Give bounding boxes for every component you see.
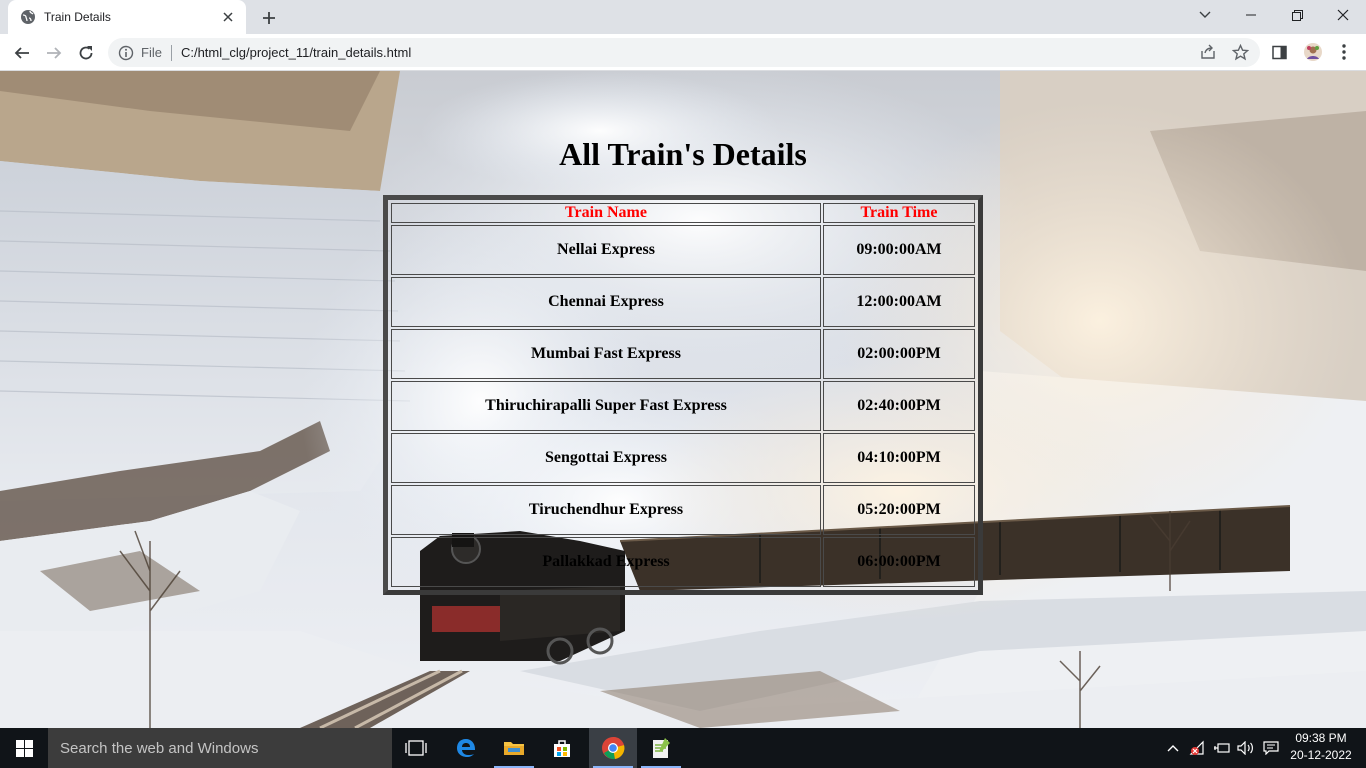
table-row: Pallakkad Express 06:00:00PM [391,537,975,587]
edge-icon [457,739,475,757]
minimize-button[interactable] [1228,0,1274,30]
side-panel-button[interactable] [1270,43,1288,61]
profile-avatar[interactable] [1303,42,1323,62]
forward-button[interactable] [40,39,68,67]
avatar-icon [1304,43,1322,61]
train-name-cell: Nellai Express [391,225,821,275]
train-name-cell: Pallakkad Express [391,537,821,587]
table-row: Tiruchendhur Express 05:20:00PM [391,485,975,535]
table-row: Thiruchirapalli Super Fast Express 02:40… [391,381,975,431]
globe-icon [21,10,35,24]
menu-button[interactable] [1335,43,1353,61]
train-name-cell: Tiruchendhur Express [391,485,821,535]
network-disconnected-icon [1189,740,1204,755]
speaker-icon [1237,741,1253,755]
task-view-icon [405,740,427,756]
tab-title: Train Details [44,10,111,24]
url-scheme-label: File [141,45,162,60]
kebab-menu-icon [1342,44,1346,60]
header-train-name: Train Name [391,203,821,223]
train-name-cell: Sengottai Express [391,433,821,483]
browser-toolbar: File C:/html_clg/project_11/train_detail… [0,34,1366,71]
address-bar[interactable]: File C:/html_clg/project_11/train_detail… [108,38,1260,67]
side-panel-icon [1271,45,1287,59]
notepad-taskbar-button[interactable] [637,728,685,768]
table-row: Chennai Express 12:00:00AM [391,277,975,327]
chevron-down-icon [1199,11,1211,18]
close-icon [1337,9,1349,21]
train-name-cell: Mumbai Fast Express [391,329,821,379]
chevron-up-icon [1167,745,1179,752]
plus-icon [263,12,275,24]
reload-icon [79,46,93,60]
train-name-cell: Chennai Express [391,277,821,327]
notification-icon [1263,741,1279,755]
share-icon [1201,44,1215,59]
train-time-cell: 02:00:00PM [823,329,975,379]
train-name-cell: Thiruchirapalli Super Fast Express [391,381,821,431]
table-row: Nellai Express 09:00:00AM [391,225,975,275]
network-status-button[interactable] [1186,728,1210,768]
back-button[interactable] [8,39,36,67]
notepad-plus-icon [653,738,670,758]
train-table-frame: Train Name Train Time Nellai Express 09:… [383,195,983,595]
minimize-icon [1246,14,1256,16]
start-button[interactable] [0,728,48,768]
taskbar-clock[interactable]: 09:38 PM 20-12-2022 [1286,730,1356,764]
action-center-button[interactable] [1258,728,1284,768]
clock-time: 09:38 PM [1295,731,1347,745]
taskbar-search-placeholder: Search the web and Windows [60,739,259,757]
close-window-button[interactable] [1320,0,1366,30]
header-train-time: Train Time [823,203,975,223]
task-view-button[interactable] [392,728,440,768]
train-time-cell: 06:00:00PM [823,537,975,587]
chrome-icon [602,736,625,760]
train-time-cell: 09:00:00AM [823,225,975,275]
store-bag-icon [554,740,570,757]
tab-strip: Train Details [0,0,1366,34]
page-viewport: All Train's Details Train Name Train Tim… [0,71,1366,728]
chrome-taskbar-button[interactable] [589,728,637,768]
table-row: Sengottai Express 04:10:00PM [391,433,975,483]
page-title: All Train's Details [559,136,807,172]
restore-icon [1291,9,1303,21]
bookmark-button[interactable] [1231,43,1249,61]
clock-date: 20-12-2022 [1290,748,1352,762]
table-row: Mumbai Fast Express 02:00:00PM [391,329,975,379]
info-icon[interactable] [118,45,134,61]
train-time-cell: 05:20:00PM [823,485,975,535]
windows-logo-icon [15,739,33,757]
train-time-cell: 04:10:00PM [823,433,975,483]
file-explorer-taskbar-button[interactable] [490,728,538,768]
close-tab-icon[interactable] [220,9,236,25]
arrow-left-icon [14,47,29,59]
train-time-cell: 12:00:00AM [823,277,975,327]
url-text[interactable]: C:/html_clg/project_11/train_details.htm… [181,45,411,60]
new-tab-button[interactable] [258,7,280,29]
browser-tab[interactable]: Train Details [8,0,246,34]
train-details-table: Train Name Train Time Nellai Express 09:… [389,201,977,589]
star-icon [1231,43,1249,60]
reload-button[interactable] [72,39,100,67]
show-hidden-icons-button[interactable] [1164,728,1182,768]
windows-taskbar: Search the web and Windows 09:38 PM 20-1… [0,728,1366,768]
omnibox-divider [170,44,172,61]
power-status-button[interactable] [1210,728,1234,768]
store-taskbar-button[interactable] [538,728,586,768]
train-time-cell: 02:40:00PM [823,381,975,431]
taskbar-search-box[interactable]: Search the web and Windows [48,728,392,768]
edge-taskbar-button[interactable] [442,728,490,768]
restore-button[interactable] [1274,0,1320,30]
share-button[interactable] [1199,43,1217,61]
arrow-right-icon [47,47,62,59]
table-header-row: Train Name Train Time [391,203,975,223]
volume-button[interactable] [1234,728,1258,768]
folder-icon [504,742,524,755]
battery-plug-icon [1214,743,1230,753]
tab-search-button[interactable] [1182,0,1228,30]
